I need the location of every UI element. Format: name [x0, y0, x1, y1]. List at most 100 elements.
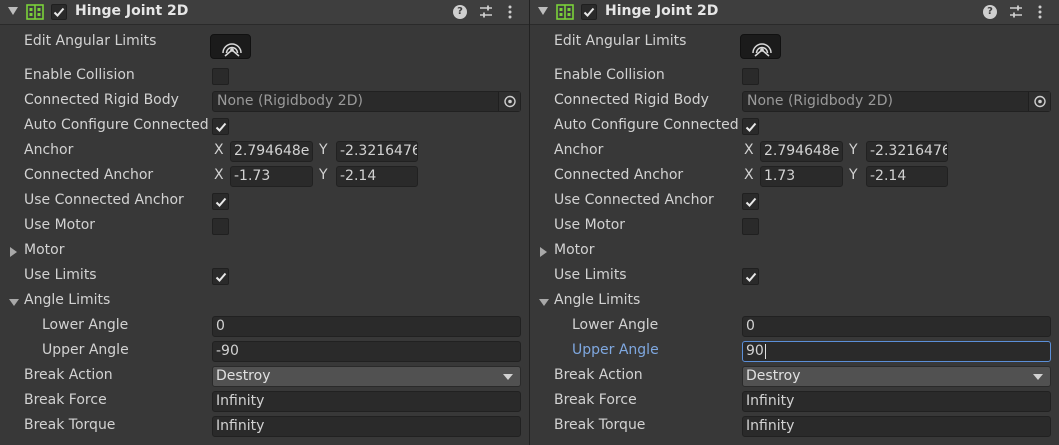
help-icon[interactable]: ? [983, 5, 997, 19]
connected-anchor-y-label[interactable]: Y [849, 167, 858, 183]
motor-label[interactable]: Motor [554, 242, 740, 258]
break-torque-row: Break Torque Infinity [0, 414, 529, 439]
foldout-open-icon[interactable] [539, 299, 549, 306]
upper-angle-input[interactable]: 90 [742, 341, 1051, 362]
anchor-x-label[interactable]: X [214, 142, 224, 158]
connected-anchor-x-label[interactable]: X [214, 167, 224, 183]
break-action-dropdown[interactable]: Destroy [742, 366, 1051, 387]
anchor-row: Anchor X 2.794648e Y -2.3216476 [530, 139, 1059, 164]
angle-limits-foldout[interactable]: Angle Limits [530, 289, 1059, 314]
upper-angle-input[interactable]: -90 [212, 341, 521, 362]
edit-angular-limits-button[interactable] [740, 34, 781, 59]
presets-icon[interactable] [1008, 4, 1024, 20]
inspector-panel-left: Hinge Joint 2D ? Edit Angular Limits Ena… [0, 0, 529, 445]
break-force-input[interactable]: Infinity [212, 391, 521, 412]
inspector-panel-right: Hinge Joint 2D ? Edit Angular Limits Ena… [530, 0, 1059, 445]
lower-angle-input[interactable]: 0 [212, 316, 521, 337]
object-picker-button[interactable] [498, 92, 520, 111]
connected-rigid-body-value: None (Rigidbody 2D) [217, 93, 363, 109]
use-motor-label: Use Motor [24, 217, 96, 233]
auto-configure-checkbox[interactable] [742, 118, 759, 135]
connected-anchor-y-label[interactable]: Y [319, 167, 328, 183]
break-action-dropdown[interactable]: Destroy [212, 366, 521, 387]
motor-foldout[interactable]: Motor [0, 239, 529, 264]
component-enabled-checkbox[interactable] [51, 4, 67, 20]
use-motor-row: Use Motor [530, 214, 1059, 239]
anchor-y-input[interactable]: -2.3216476 [866, 141, 948, 162]
auto-configure-row: Auto Configure Connected Anchor [0, 114, 529, 139]
motor-label[interactable]: Motor [24, 242, 210, 258]
auto-configure-checkbox[interactable] [212, 118, 229, 135]
use-motor-checkbox[interactable] [742, 218, 759, 235]
break-force-label[interactable]: Break Force [554, 392, 740, 408]
break-torque-label[interactable]: Break Torque [24, 417, 210, 433]
break-force-label[interactable]: Break Force [24, 392, 210, 408]
anchor-label: Anchor [24, 142, 74, 158]
upper-angle-label[interactable]: Upper Angle [42, 342, 228, 358]
use-limits-label: Use Limits [554, 267, 627, 283]
hinge-joint-2d-icon [556, 4, 574, 20]
lower-angle-label[interactable]: Lower Angle [572, 317, 758, 333]
use-connected-anchor-checkbox[interactable] [742, 193, 759, 210]
object-picker-button[interactable] [1028, 92, 1050, 111]
connected-anchor-y-input[interactable]: -2.14 [866, 166, 948, 187]
anchor-x-label[interactable]: X [744, 142, 754, 158]
anchor-row: Anchor X 2.794648e Y -2.3216476 [0, 139, 529, 164]
connected-anchor-x-input[interactable]: -1.73 [230, 166, 313, 187]
component-header[interactable]: Hinge Joint 2D ? [530, 0, 1059, 25]
checkmark-icon [583, 7, 595, 17]
angle-limits-label[interactable]: Angle Limits [554, 292, 740, 308]
break-torque-input[interactable]: Infinity [212, 416, 521, 437]
enable-collision-checkbox[interactable] [212, 68, 229, 85]
use-limits-checkbox[interactable] [742, 268, 759, 285]
fold-arrow-icon[interactable] [8, 7, 18, 15]
anchor-y-label[interactable]: Y [849, 142, 858, 158]
connected-rigid-body-label: Connected Rigid Body [554, 92, 709, 108]
object-picker-icon [1034, 95, 1046, 108]
connected-rigid-body-field[interactable]: None (Rigidbody 2D) [212, 91, 521, 112]
connected-anchor-y-input[interactable]: -2.14 [336, 166, 418, 187]
use-limits-row: Use Limits [530, 264, 1059, 289]
lower-angle-label[interactable]: Lower Angle [42, 317, 228, 333]
checkmark-icon [215, 197, 227, 207]
enable-collision-checkbox[interactable] [742, 68, 759, 85]
use-connected-anchor-checkbox[interactable] [212, 193, 229, 210]
fold-arrow-icon[interactable] [538, 7, 548, 15]
checkmark-icon [53, 7, 65, 17]
foldout-closed-icon[interactable] [540, 247, 547, 257]
edit-angular-limits-button[interactable] [210, 34, 251, 59]
break-torque-label[interactable]: Break Torque [554, 417, 740, 433]
angle-limits-foldout[interactable]: Angle Limits [0, 289, 529, 314]
use-motor-label: Use Motor [554, 217, 626, 233]
more-vertical-icon[interactable] [1035, 4, 1045, 20]
connected-rigid-body-field[interactable]: None (Rigidbody 2D) [742, 91, 1051, 112]
connected-rigid-body-value: None (Rigidbody 2D) [747, 93, 893, 109]
anchor-x-input[interactable]: 2.794648e [230, 141, 313, 162]
connected-anchor-row: Connected Anchor X 1.73 Y -2.14 [530, 164, 1059, 189]
foldout-open-icon[interactable] [9, 299, 19, 306]
help-icon[interactable]: ? [453, 5, 467, 19]
component-header[interactable]: Hinge Joint 2D ? [0, 0, 529, 25]
more-vertical-icon[interactable] [505, 4, 515, 20]
connected-anchor-x-input[interactable]: 1.73 [760, 166, 843, 187]
lower-angle-row: Lower Angle 0 [530, 314, 1059, 339]
upper-angle-row: Upper Angle -90 [0, 339, 529, 364]
break-torque-input[interactable]: Infinity [742, 416, 1051, 437]
use-limits-checkbox[interactable] [212, 268, 229, 285]
motor-foldout[interactable]: Motor [530, 239, 1059, 264]
break-force-input[interactable]: Infinity [742, 391, 1051, 412]
component-enabled-checkbox[interactable] [581, 4, 597, 20]
chevron-down-icon [503, 374, 513, 380]
connected-anchor-x-label[interactable]: X [744, 167, 754, 183]
object-picker-icon [504, 95, 516, 108]
use-motor-checkbox[interactable] [212, 218, 229, 235]
anchor-y-input[interactable]: -2.3216476 [336, 141, 418, 162]
anchor-y-label[interactable]: Y [319, 142, 328, 158]
lower-angle-input[interactable]: 0 [742, 316, 1051, 337]
anchor-x-input[interactable]: 2.794648e [760, 141, 843, 162]
upper-angle-label[interactable]: Upper Angle [572, 342, 758, 358]
angle-limits-label[interactable]: Angle Limits [24, 292, 210, 308]
presets-icon[interactable] [478, 4, 494, 20]
hinge-joint-2d-icon [26, 4, 44, 20]
foldout-closed-icon[interactable] [10, 247, 17, 257]
